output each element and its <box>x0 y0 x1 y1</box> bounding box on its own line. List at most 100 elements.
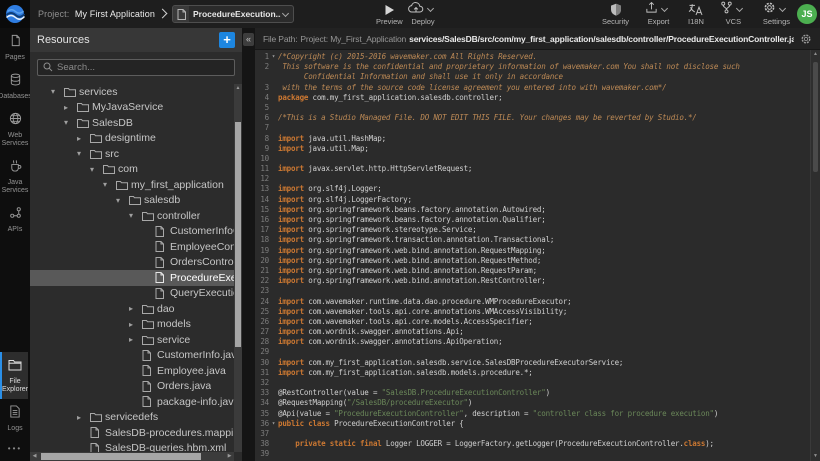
tree-item-employee-java[interactable]: Employee.java <box>30 363 234 379</box>
sidebar-item-file-explorer[interactable]: File Explorer <box>0 352 28 399</box>
tree-item-procedureexecutioncontroller-java[interactable]: ProcedureExecutionController.java <box>30 270 234 286</box>
expand-arrow-icon[interactable]: ▸ <box>64 103 77 112</box>
tree-item-employeecontroller-java[interactable]: EmployeeController.java <box>30 239 234 255</box>
tree-item-com[interactable]: ▾com <box>30 162 234 178</box>
user-avatar[interactable]: JS <box>797 4 817 24</box>
scroll-left-icon[interactable]: ◀ <box>30 452 39 461</box>
tree-item-salesdb[interactable]: ▾salesdb <box>30 193 234 209</box>
preview-button[interactable]: Preview <box>376 3 403 26</box>
fold-spacer <box>269 62 278 72</box>
collapse-arrow-icon[interactable]: ▾ <box>103 180 116 189</box>
scrollbar-thumb[interactable] <box>235 122 241 347</box>
scroll-down-icon[interactable]: ▼ <box>811 452 820 461</box>
line-number: 25 <box>255 307 269 317</box>
scroll-up-icon[interactable]: ▲ <box>811 50 820 59</box>
tree-item-src[interactable]: ▾src <box>30 146 234 162</box>
tree-item-label: ProcedureExecutionController.java <box>170 272 234 284</box>
sidebar-item-label: File Explorer <box>2 378 28 394</box>
tree-item-salesdb-procedures-mappings-json[interactable]: SalesDB-procedures.mappings.json <box>30 425 234 441</box>
tree-item-customerinfo-java[interactable]: CustomerInfo.java <box>30 348 234 364</box>
code-text: @RequestMapping("/SalesDB/procedureExecu… <box>278 398 810 408</box>
collapse-arrow-icon[interactable]: ▾ <box>51 87 64 96</box>
i18n-button[interactable]: I18N <box>688 3 704 26</box>
scrollbar-thumb[interactable] <box>41 453 201 460</box>
line-number: 17 <box>255 225 269 235</box>
fold-spacer <box>269 246 278 256</box>
code-text: import com.wordnik.swagger.annotations.A… <box>278 327 810 337</box>
editor-vertical-scrollbar[interactable]: ▲ ▼ <box>810 50 820 461</box>
tree-item-label: CustomerInfo.java <box>157 349 234 361</box>
sidebar-item-java-services[interactable]: Java Services <box>0 153 28 200</box>
file-selector-dropdown[interactable]: ProcedureExecution... <box>172 5 294 23</box>
sidebar-item-pages[interactable]: Pages <box>0 28 28 67</box>
tree-item-myjavaservice[interactable]: ▸MyJavaService <box>30 100 234 116</box>
fold-arrow-icon[interactable]: ▾ <box>269 419 278 429</box>
code-text: import org.springframework.beans.factory… <box>278 205 810 215</box>
collapse-panel-button[interactable]: « <box>243 33 254 46</box>
expand-arrow-icon[interactable]: ▸ <box>129 335 142 344</box>
expand-arrow-icon[interactable]: ▸ <box>129 304 142 313</box>
security-button[interactable]: Security <box>602 3 629 26</box>
tree-item-designtime[interactable]: ▸designtime <box>30 131 234 147</box>
tree-item-my-first-application[interactable]: ▾my_first_application <box>30 177 234 193</box>
tree-item-service[interactable]: ▸service <box>30 332 234 348</box>
fold-spacer <box>269 378 278 388</box>
code-text: import java.util.Map; <box>278 144 810 154</box>
tree-item-services[interactable]: ▾services <box>30 84 234 100</box>
line-number: 33 <box>255 388 269 398</box>
line-number: 11 <box>255 164 269 174</box>
vcs-button[interactable]: VCS <box>720 3 747 26</box>
sidebar-overflow-button[interactable]: ••• <box>0 438 30 461</box>
resource-tree: ▾services▸MyJavaService▾SalesDB▸designti… <box>30 84 234 452</box>
scroll-up-icon[interactable]: ▲ <box>234 84 242 93</box>
collapse-arrow-icon[interactable]: ▾ <box>90 165 103 174</box>
tree-item-orderscontroller-java[interactable]: OrdersController.java <box>30 255 234 271</box>
code-line: 9import java.util.Map; <box>255 144 810 154</box>
tree-item-controller[interactable]: ▾controller <box>30 208 234 224</box>
wavemaker-logo-icon[interactable] <box>0 0 30 28</box>
tree-vertical-scrollbar[interactable]: ▲ <box>234 84 242 452</box>
collapse-arrow-icon[interactable]: ▾ <box>77 149 90 158</box>
sidebar-item-apis[interactable]: APIs <box>0 200 28 239</box>
collapse-arrow-icon[interactable]: ▾ <box>64 118 77 127</box>
fold-spacer <box>269 449 278 459</box>
resources-title: Resources <box>37 34 219 46</box>
scrollbar-thumb[interactable] <box>813 62 818 172</box>
deploy-button[interactable]: Deploy <box>408 3 438 26</box>
tree-item-models[interactable]: ▸models <box>30 317 234 333</box>
file-icon <box>142 381 157 392</box>
code-text <box>278 286 810 296</box>
java-services-icon <box>9 159 22 177</box>
editor-settings-gear-icon[interactable] <box>800 33 812 45</box>
sidebar-item-logs[interactable]: Logs <box>0 399 28 438</box>
sidebar-item-databases[interactable]: Databases <box>0 67 28 106</box>
code-text <box>278 154 810 164</box>
tree-item-salesdb-queries-hbm-xml[interactable]: SalesDB-queries.hbm.xml <box>30 441 234 453</box>
expand-arrow-icon[interactable]: ▸ <box>77 134 90 143</box>
tree-item-customerinfocontroller-java[interactable]: CustomerInfoController.java <box>30 224 234 240</box>
tree-item-salesdb[interactable]: ▾SalesDB <box>30 115 234 131</box>
sidebar-item-web-services[interactable]: Web Services <box>0 106 28 153</box>
search-icon <box>43 59 53 77</box>
tree-item-queryexecutioncontroller-java[interactable]: QueryExecutionController.java <box>30 286 234 302</box>
expand-arrow-icon[interactable]: ▸ <box>129 320 142 329</box>
export-button[interactable]: Export <box>645 3 672 26</box>
fold-arrow-icon[interactable]: ▾ <box>269 52 278 62</box>
expand-arrow-icon[interactable]: ▸ <box>77 413 90 422</box>
collapse-arrow-icon[interactable]: ▾ <box>116 196 129 205</box>
folder-icon <box>90 412 105 422</box>
resource-search <box>37 59 235 76</box>
tree-item-label: servicedefs <box>105 411 158 423</box>
tree-item-package-info-java[interactable]: package-info.java <box>30 394 234 410</box>
tree-item-orders-java[interactable]: Orders.java <box>30 379 234 395</box>
add-resource-button[interactable]: + <box>219 32 235 48</box>
settings-button[interactable]: Settings <box>763 3 790 26</box>
search-input[interactable] <box>57 62 229 73</box>
tree-item-servicedefs[interactable]: ▸ servicedefs <box>30 410 234 426</box>
scroll-right-icon[interactable]: ▶ <box>225 452 234 461</box>
code-editor[interactable]: 1▾/*Copyright (c) 2015-2016 wavemaker.co… <box>255 50 810 461</box>
fold-spacer <box>269 317 278 327</box>
tree-item-dao[interactable]: ▸dao <box>30 301 234 317</box>
collapse-arrow-icon[interactable]: ▾ <box>129 211 142 220</box>
tree-horizontal-scrollbar[interactable]: ◀ ▶ <box>30 452 234 461</box>
